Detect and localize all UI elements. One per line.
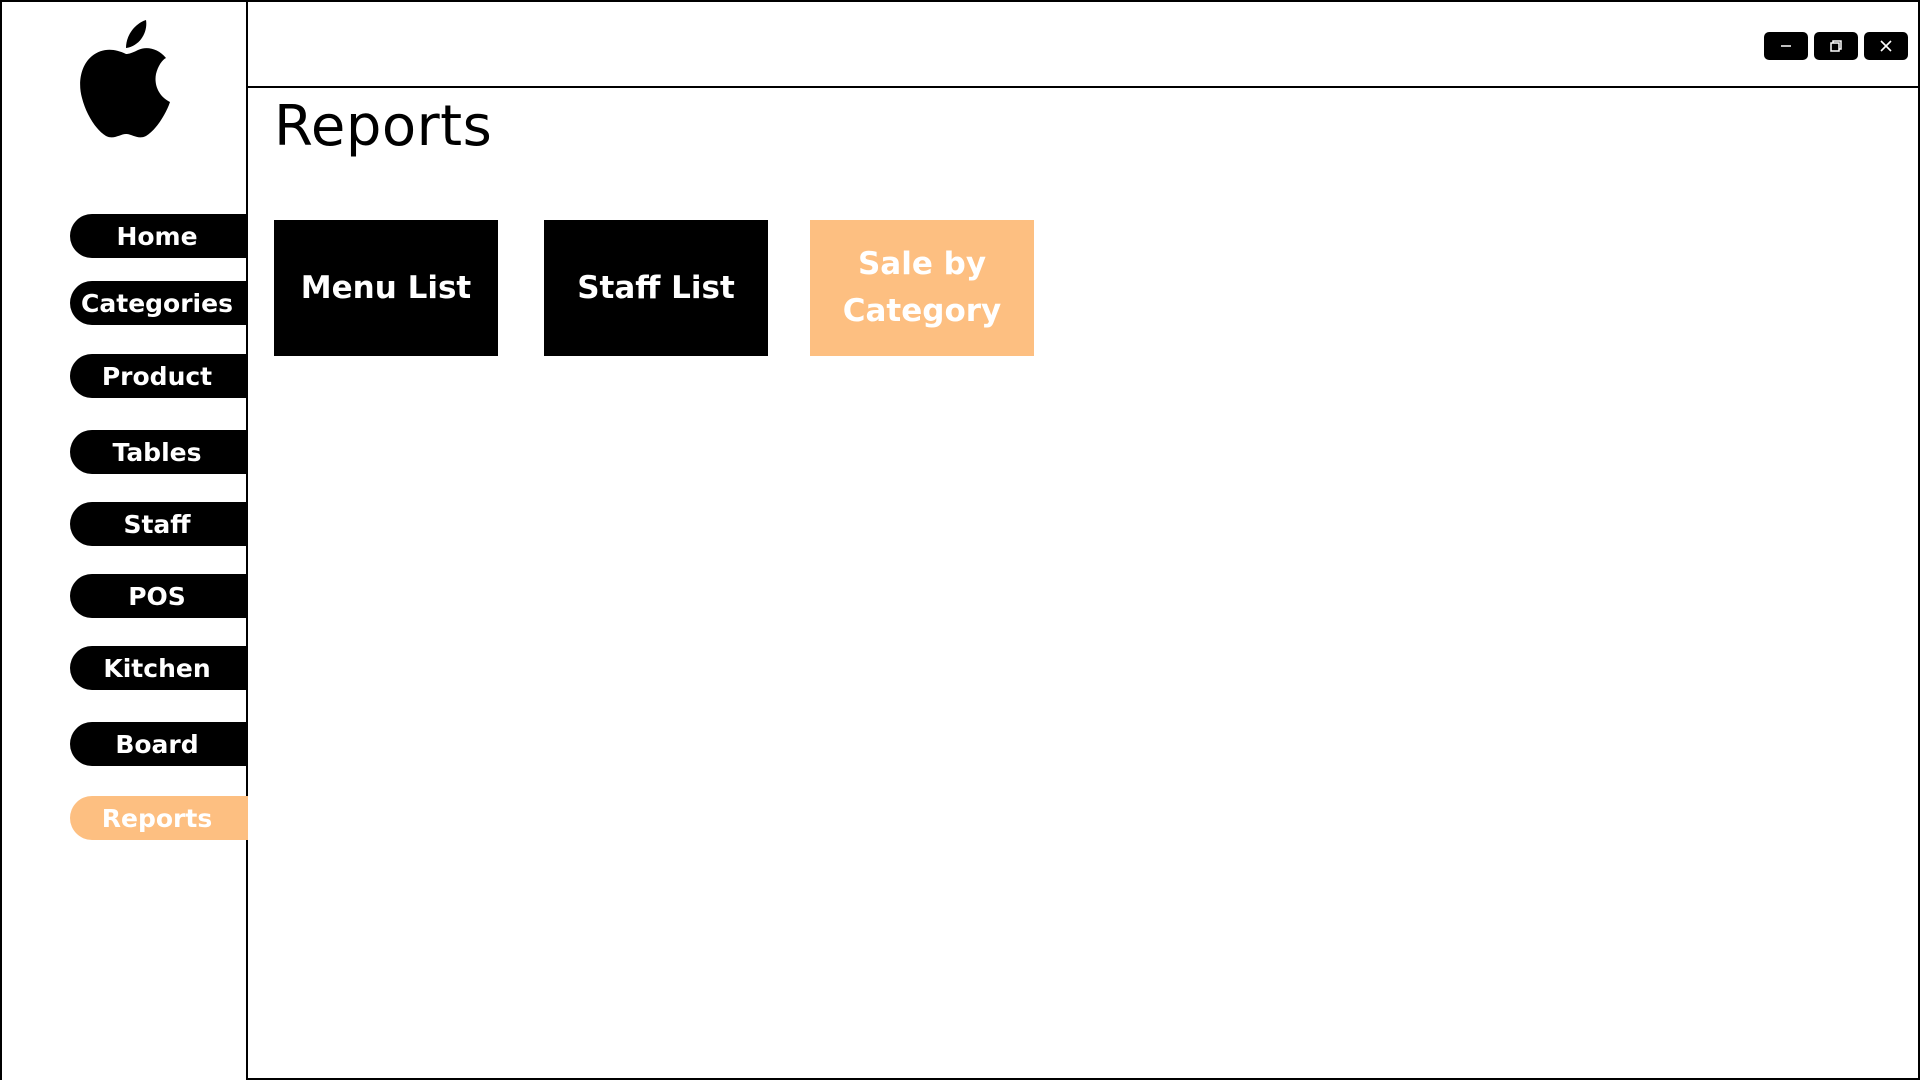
- minimize-button[interactable]: [1764, 32, 1808, 60]
- sidebar-item-reports[interactable]: Reports: [70, 796, 248, 840]
- sidebar-item-label: Home: [116, 221, 198, 251]
- tile-label: Staff List: [577, 269, 735, 306]
- sidebar-item-label: Product: [101, 361, 213, 391]
- sidebar-item-pos[interactable]: POS: [70, 574, 248, 618]
- sidebar-item-label: Staff: [123, 509, 191, 539]
- apple-logo-icon: [74, 18, 178, 142]
- close-icon: [1880, 40, 1892, 52]
- sidebar-item-label: Reports: [101, 803, 213, 833]
- sidebar-item-home[interactable]: Home: [70, 214, 248, 258]
- sidebar-item-categories[interactable]: Categories: [70, 281, 248, 325]
- sale-by-category-button[interactable]: Sale by Category: [810, 220, 1034, 356]
- page-title: Reports: [274, 94, 493, 159]
- tile-label: Sale by Category: [842, 246, 1002, 329]
- restore-button[interactable]: [1814, 32, 1858, 60]
- sidebar-item-staff[interactable]: Staff: [70, 502, 248, 546]
- sidebar-item-board[interactable]: Board: [70, 722, 248, 766]
- window-controls: [1764, 32, 1908, 60]
- sidebar-item-label: Kitchen: [103, 653, 211, 683]
- staff-list-button[interactable]: Staff List: [544, 220, 768, 356]
- menu-list-button[interactable]: Menu List: [274, 220, 498, 356]
- sidebar-item-label: Tables: [112, 437, 202, 467]
- title-bar: [248, 2, 1918, 88]
- app-window: Home Categories Product Tables Staff POS…: [0, 0, 1920, 1080]
- restore-icon: [1830, 40, 1842, 52]
- sidebar-item-tables[interactable]: Tables: [70, 430, 248, 474]
- tile-label: Menu List: [300, 269, 472, 306]
- sidebar-item-label: Categories: [81, 288, 233, 318]
- sidebar-item-kitchen[interactable]: Kitchen: [70, 646, 248, 690]
- minimize-icon: [1781, 45, 1791, 47]
- close-button[interactable]: [1864, 32, 1908, 60]
- sidebar: Home Categories Product Tables Staff POS…: [2, 2, 248, 1080]
- sidebar-item-label: POS: [128, 581, 186, 611]
- sidebar-item-product[interactable]: Product: [70, 354, 248, 398]
- sidebar-item-label: Board: [115, 729, 199, 759]
